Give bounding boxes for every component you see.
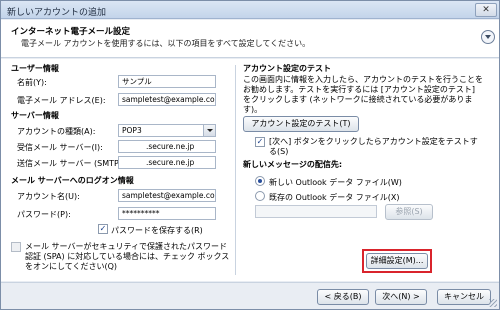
window-title: 新しいアカウントの追加: [7, 8, 107, 18]
existing-data-file-radio[interactable]: [255, 191, 265, 201]
account-name-field[interactable]: sampletest@example.com: [118, 189, 216, 202]
dialog-header: インターネット電子メール設定 電子メール アカウントを使用するには、以下の項目を…: [1, 20, 499, 58]
highlight-box: [362, 249, 432, 273]
browse-button: 参照(S): [385, 204, 433, 220]
account-name-label: アカウント名(U):: [17, 192, 80, 201]
cancel-button[interactable]: キャンセル: [437, 289, 491, 305]
incoming-server-value: .secure.ne.jp: [146, 142, 195, 151]
outgoing-server-value: .secure.ne.jp: [146, 158, 195, 167]
title-bar: 新しいアカウントの追加 ✕: [1, 1, 499, 19]
new-data-file-label: 新しい Outlook データ ファイル(W): [269, 178, 402, 187]
incoming-server-label: 受信メール サーバー(I):: [17, 143, 103, 152]
name-field[interactable]: サンプル: [118, 75, 216, 88]
chevron-down-icon[interactable]: [203, 125, 215, 136]
new-data-file-radio[interactable]: [255, 176, 265, 186]
data-file-path-field: [255, 205, 377, 218]
column-divider: [235, 65, 236, 275]
test-description: この画面内に情報を入力したら、アカウントのテストを行うことをお勧めします。テスト…: [243, 75, 483, 114]
test-account-button[interactable]: アカウント設定のテスト(T): [243, 116, 359, 132]
back-button[interactable]: < 戻る(B): [317, 289, 369, 305]
add-account-dialog: 新しいアカウントの追加 ✕ インターネット電子メール設定 電子メール アカウント…: [0, 0, 500, 310]
dialog-content: ユーザー情報 名前(Y): サンプル 電子メール アドレス(E): sample…: [1, 59, 499, 281]
account-type-select[interactable]: POP3: [118, 124, 216, 137]
resize-grip-icon[interactable]: [489, 299, 497, 307]
next-button[interactable]: 次へ(N) >: [375, 289, 427, 305]
account-type-value: POP3: [122, 126, 142, 135]
dialog-footer: < 戻る(B) 次へ(N) > キャンセル: [1, 282, 499, 309]
existing-data-file-label: 既存の Outlook データ ファイル(X): [269, 193, 400, 202]
outgoing-server-field[interactable]: .secure.ne.jp: [118, 156, 216, 169]
wizard-arrow-icon: [481, 30, 495, 44]
incoming-server-field[interactable]: .secure.ne.jp: [118, 140, 216, 153]
spa-label: メール サーバーがセキュリティで保護されたパスワード認証 (SPA) に対応して…: [25, 242, 230, 271]
email-label: 電子メール アドレス(E):: [17, 96, 106, 105]
save-password-checkbox[interactable]: ✓: [98, 224, 108, 234]
save-password-label: パスワードを保存する(R): [111, 226, 203, 235]
server-info-heading: サーバー情報: [11, 111, 59, 120]
spa-checkbox[interactable]: [11, 242, 21, 252]
header-title: インターネット電子メール設定: [11, 27, 131, 37]
test-heading: アカウント設定のテスト: [243, 64, 331, 73]
auto-test-label: [次へ] ボタンをクリックしたらアカウント設定をテストする(S): [269, 137, 478, 156]
name-label: 名前(Y):: [17, 78, 47, 87]
header-description: 電子メール アカウントを使用するには、以下の項目をすべて設定してください。: [21, 39, 311, 48]
account-type-label: アカウントの種類(A):: [17, 127, 96, 136]
password-field[interactable]: **********: [118, 207, 216, 220]
email-field[interactable]: sampletest@example.com: [118, 93, 216, 106]
password-label: パスワード(P):: [17, 210, 71, 219]
logon-info-heading: メール サーバーへのログオン情報: [11, 176, 134, 185]
close-button[interactable]: ✕: [475, 3, 497, 17]
auto-test-checkbox[interactable]: ✓: [255, 137, 265, 147]
user-info-heading: ユーザー情報: [11, 64, 59, 73]
delivery-heading: 新しいメッセージの配信先:: [243, 160, 343, 169]
